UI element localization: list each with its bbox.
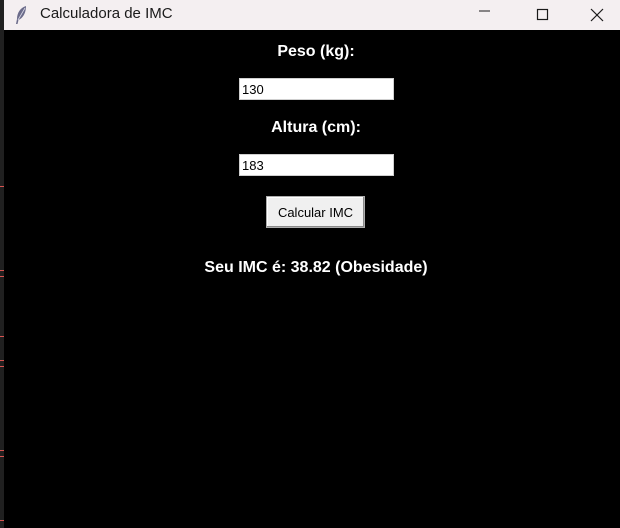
height-label: Altura (cm): (271, 119, 361, 136)
weight-label: Peso (kg): (277, 43, 355, 60)
calculate-button[interactable]: Calcular IMC (266, 196, 365, 228)
title-bar[interactable]: Calculadora de IMC (4, 0, 620, 30)
feather-icon (14, 5, 28, 25)
maximize-button[interactable] (514, 0, 572, 30)
minimize-button[interactable] (456, 0, 514, 30)
window-title: Calculadora de IMC (40, 5, 173, 22)
app-window: Calculadora de IMC Peso (kg): 130 Altura… (4, 0, 620, 528)
result-text: Seu IMC é: 38.82 (Obesidade) (204, 259, 428, 276)
maximize-icon (536, 8, 549, 21)
height-input[interactable] (239, 154, 394, 176)
form-area: Peso (kg): Altura (cm): Calcular IMC Seu… (4, 30, 620, 528)
weight-input[interactable] (239, 78, 394, 100)
close-icon (590, 8, 604, 22)
close-button[interactable] (572, 0, 620, 30)
screen: Calculadora de IMC Peso (kg): 130 Altura… (0, 0, 620, 528)
minimize-icon (479, 10, 490, 12)
